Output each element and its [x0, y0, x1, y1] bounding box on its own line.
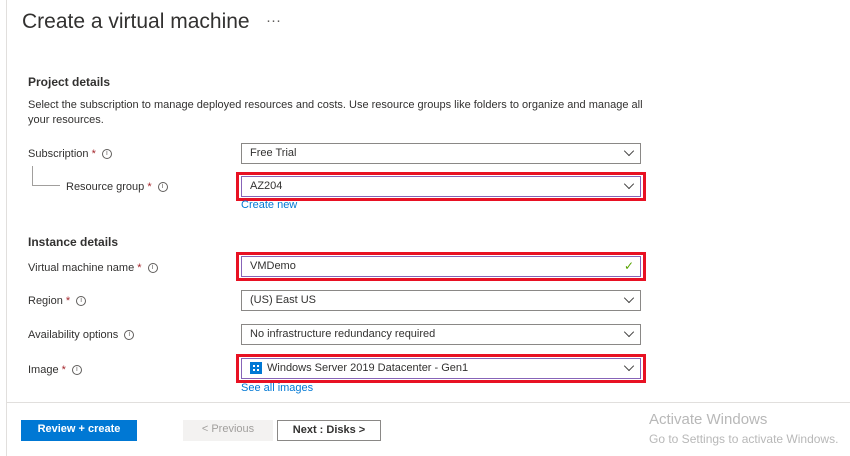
info-icon[interactable]: i — [76, 296, 87, 307]
subscription-dropdown[interactable]: Free Trial — [241, 143, 641, 164]
chevron-down-icon — [623, 292, 635, 304]
label-text: Availability options — [28, 329, 119, 341]
vm-name-label: Virtual machine name * i — [28, 262, 158, 274]
label-text: Resource group — [66, 181, 145, 193]
resource-group-value: AZ204 — [250, 180, 283, 192]
see-all-images-link[interactable]: See all images — [241, 382, 313, 394]
activate-windows-subtitle: Go to Settings to activate Windows. — [649, 432, 839, 446]
resource-group-label: Resource group * i — [66, 181, 168, 193]
label-text: Virtual machine name — [28, 262, 135, 274]
availability-value: No infrastructure redundancy required — [250, 328, 436, 340]
subscription-label: Subscription * i — [28, 148, 112, 160]
info-icon[interactable]: i — [157, 182, 168, 193]
info-icon[interactable]: i — [71, 365, 82, 376]
region-value: (US) East US — [250, 294, 317, 306]
more-options-icon[interactable]: ··· — [266, 12, 281, 29]
label-text: Image — [28, 364, 59, 376]
region-label: Region * i — [28, 295, 87, 307]
windows-icon — [250, 362, 262, 375]
required-marker: * — [147, 181, 152, 193]
next-disks-button[interactable]: Next : Disks > — [277, 420, 381, 441]
chevron-down-icon — [623, 145, 635, 157]
create-new-link[interactable]: Create new — [241, 199, 297, 211]
info-icon[interactable]: i — [101, 149, 112, 160]
resource-group-dropdown[interactable]: AZ204 — [241, 176, 641, 197]
vm-name-value: VMDemo — [250, 260, 296, 272]
required-marker: * — [61, 364, 66, 376]
chevron-down-icon — [623, 178, 635, 190]
chevron-down-icon — [623, 326, 635, 338]
image-dropdown[interactable]: Windows Server 2019 Datacenter - Gen1 — [241, 358, 641, 379]
review-create-button[interactable]: Review + create — [21, 420, 137, 441]
previous-button[interactable]: < Previous — [183, 420, 273, 441]
tree-connector — [32, 166, 60, 186]
info-icon[interactable]: i — [124, 330, 135, 341]
availability-label: Availability options i — [28, 329, 135, 341]
required-marker: * — [65, 295, 71, 307]
required-marker: * — [137, 262, 142, 274]
subscription-value: Free Trial — [250, 147, 297, 159]
availability-dropdown[interactable]: No infrastructure redundancy required — [241, 324, 641, 345]
page-title: Create a virtual machine — [22, 10, 250, 33]
image-label: Image * i — [28, 364, 82, 376]
instance-details-heading: Instance details — [28, 235, 119, 249]
chevron-down-icon — [623, 360, 635, 372]
activate-windows-title: Activate Windows — [649, 411, 768, 428]
label-text: Subscription — [28, 148, 89, 160]
panel-border — [6, 0, 7, 456]
project-details-heading: Project details — [28, 75, 111, 89]
region-dropdown[interactable]: (US) East US — [241, 290, 641, 311]
required-marker: * — [91, 148, 96, 160]
label-text: Region — [28, 295, 63, 307]
vm-name-input[interactable]: VMDemo ✓ — [241, 256, 641, 277]
check-icon: ✓ — [623, 259, 634, 273]
info-icon[interactable]: i — [147, 263, 158, 274]
footer-divider — [6, 402, 850, 403]
image-value: Windows Server 2019 Datacenter - Gen1 — [267, 362, 469, 374]
project-description: Select the subscription to manage deploy… — [28, 99, 643, 126]
